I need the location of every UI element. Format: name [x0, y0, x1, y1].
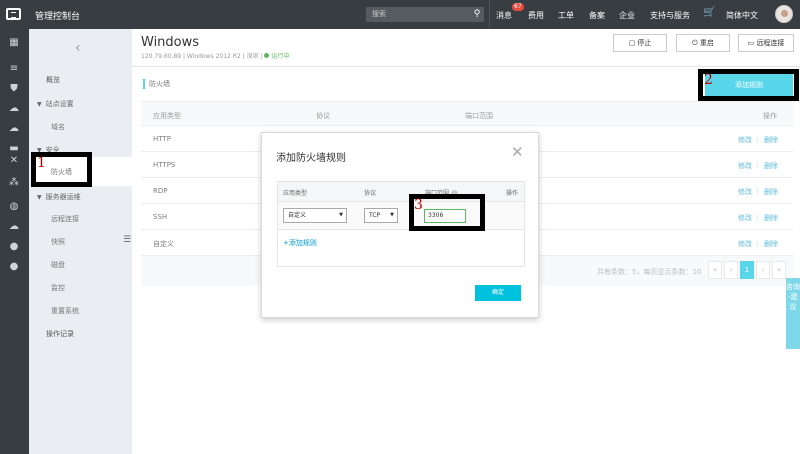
close-icon[interactable]: ✕	[511, 143, 524, 161]
chevron-down-icon: ▼	[339, 212, 343, 218]
dlg-col-ops: 操作	[506, 190, 519, 197]
nav-enterprise[interactable]: 企业	[619, 10, 635, 21]
instance-info: 120.79.60.89 | Windows 2012 R2 | 深圳 | 运行…	[141, 51, 289, 60]
circle-icon[interactable]: ●	[8, 241, 20, 253]
product-iconbar: ▦ ≡ ⛊ ☁ ☁ ▬ ✕ ⁂ ◍ ☁ ● ●	[0, 29, 29, 454]
menu-group-ops-label: 服务器运维	[45, 193, 81, 201]
cloud-small-icon[interactable]: ☁	[8, 221, 20, 233]
chevron-down-icon: ▼	[390, 212, 394, 218]
annotation-box-2	[698, 69, 799, 101]
remote-connect-button[interactable]: ▭ 远程连接	[738, 34, 794, 52]
globe-icon[interactable]: ◍	[8, 201, 20, 213]
protocol-value: TCP	[369, 212, 381, 219]
feedback-tab[interactable]: 咨询·建议	[786, 278, 800, 349]
app-type-value: 自定义	[288, 212, 307, 219]
menu-monitor[interactable]: 监控	[51, 283, 65, 293]
menu-reset[interactable]: 重置系统	[51, 306, 79, 316]
disk-icon[interactable]: ▬	[8, 143, 20, 155]
menu-group-site-label: 站点设置	[45, 100, 74, 108]
cloud-icon[interactable]: ☁	[8, 103, 20, 115]
remote-connect-label: 远程连接	[756, 39, 785, 47]
dlg-col-protocol: 协议	[364, 190, 377, 197]
dialog-title: 添加防火墙规则	[276, 153, 346, 164]
grid-icon[interactable]: ▦	[8, 37, 20, 49]
nav-support[interactable]: 支持与服务	[650, 10, 690, 21]
menu-icon[interactable]: ≡	[8, 63, 20, 75]
top-navbar: 管理控制台 搜索 ⚲ 消息 67 费用 工单 备案 企业 支持与服务 🛒 简体中…	[0, 0, 800, 29]
nav-icp[interactable]: 备案	[589, 10, 605, 21]
add-rule-dialog: 添加防火墙规则 ✕ 应用类型 协议 端口范围 操作 自定义 ▼ TCP ▼ 3306…	[261, 132, 539, 318]
console-title[interactable]: 管理控制台	[35, 9, 80, 22]
instance-sidebar	[29, 29, 132, 454]
confirm-button[interactable]: 确定	[475, 285, 521, 301]
cart-icon[interactable]: 🛒	[703, 7, 715, 18]
add-rule-row-link[interactable]: +添加规则	[283, 238, 317, 248]
annotation-number-1: 1	[37, 155, 46, 171]
annotation-number-3: 3	[414, 197, 423, 213]
status-badge: 运行中	[271, 53, 290, 60]
menu-group-site[interactable]: ▼ 站点设置	[37, 99, 74, 109]
cloud-upload-icon[interactable]: ☁	[8, 123, 20, 135]
dlg-col-app-type: 应用类型	[283, 190, 308, 197]
nav-messages[interactable]: 消息	[496, 10, 512, 21]
caret-down-icon: ▼	[37, 194, 42, 201]
status-dot-icon	[264, 53, 270, 58]
circle-icon-2[interactable]: ●	[8, 261, 20, 273]
avatar[interactable]	[775, 5, 793, 23]
dialog-table-header: 应用类型 协议 端口范围 操作	[278, 182, 524, 202]
page-title: Windows	[141, 35, 200, 50]
menu-disk[interactable]: 磁盘	[51, 260, 65, 270]
power-icon: ⏻	[692, 39, 700, 47]
menu-overview[interactable]: 概览	[46, 75, 60, 85]
aliyun-logo-icon[interactable]	[6, 8, 21, 20]
search-input[interactable]: 搜索	[366, 7, 484, 22]
menu-snapshot[interactable]: 快照	[51, 237, 65, 247]
nav-billing[interactable]: 费用	[528, 10, 544, 21]
collapse-sidebar-icon[interactable]: ☰	[123, 235, 131, 245]
cluster-icon[interactable]: ⁂	[8, 177, 20, 189]
nav-tickets[interactable]: 工单	[558, 10, 574, 21]
search-icon[interactable]: ⚲	[470, 7, 484, 22]
dialog-rule-row: 自定义 ▼ TCP ▼ 3306	[278, 202, 524, 230]
language-switch[interactable]: 简体中文	[726, 10, 758, 21]
app-type-select[interactable]: 自定义 ▼	[283, 208, 347, 223]
menu-domain[interactable]: 域名	[51, 122, 65, 132]
stop-button[interactable]: ▢ 停止	[613, 34, 667, 52]
menu-oplog[interactable]: 操作记录	[46, 329, 74, 339]
dialog-rule-table: 应用类型 协议 端口范围 操作 自定义 ▼ TCP ▼ 3306 +添加规则	[277, 181, 525, 267]
menu-group-ops[interactable]: ▼ 服务器运维	[37, 192, 81, 202]
stop-label: 停止	[637, 39, 652, 47]
restart-button[interactable]: ⏻ 重启	[676, 34, 730, 52]
back-chevron-icon[interactable]: ‹	[75, 40, 81, 56]
instance-meta: 120.79.60.89 | Windows 2012 R2 | 深圳 |	[141, 53, 263, 60]
menu-remote[interactable]: 远程连接	[51, 214, 79, 224]
protocol-select[interactable]: TCP ▼	[364, 208, 398, 223]
divider	[489, 0, 490, 29]
caret-down-icon: ▼	[37, 101, 42, 108]
restart-label: 重启	[699, 39, 714, 47]
cross-icon[interactable]: ✕	[8, 155, 20, 167]
shield-icon[interactable]: ⛊	[8, 83, 20, 95]
annotation-number-2: 2	[704, 72, 713, 88]
message-count-badge: 67	[512, 3, 524, 11]
